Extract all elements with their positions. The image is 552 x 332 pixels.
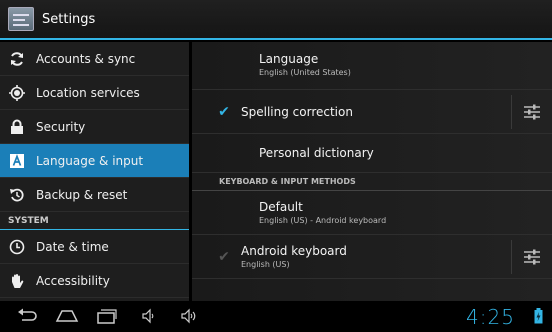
volume-up-icon [181, 308, 196, 324]
back-button[interactable] [16, 307, 38, 325]
language-icon [8, 152, 26, 170]
keyboard-input-methods-header: KEYBOARD & INPUT METHODS [192, 173, 552, 191]
settings-app-icon[interactable] [8, 7, 34, 31]
battery-icon [534, 308, 543, 328]
recent-apps-icon [97, 309, 117, 324]
settings-sidebar: Accounts & sync Location services Securi… [0, 42, 189, 301]
sidebar-item-label: Location services [36, 85, 140, 100]
location-icon [8, 84, 26, 102]
status-clock[interactable]: 4:25 [466, 305, 515, 329]
home-button[interactable] [55, 307, 79, 325]
preference-summary: English (US) [241, 260, 290, 269]
language-preference[interactable]: Language English (United States) [192, 42, 552, 90]
sidebar-item-backup-reset[interactable]: Backup & reset [0, 178, 189, 212]
home-icon [55, 310, 79, 322]
settings-sliders-icon [524, 249, 540, 264]
clock-icon [8, 238, 26, 256]
sidebar-item-accessibility[interactable]: Accessibility [0, 264, 189, 298]
android-keyboard-preference[interactable]: ✔ Android keyboard English (US) [192, 235, 552, 279]
spelling-correction-preference[interactable]: ✔ Spelling correction [192, 90, 552, 134]
sidebar-item-label: Security [36, 119, 86, 134]
preference-summary: English (United States) [259, 68, 351, 77]
preference-title: Personal dictionary [259, 146, 374, 160]
volume-up-button[interactable] [180, 308, 200, 324]
sidebar-item-label: Language & input [36, 153, 144, 168]
default-ime-preference[interactable]: Default English (US) - Android keyboard [192, 191, 552, 235]
sync-icon [8, 50, 26, 68]
preference-title: Language [259, 52, 319, 66]
system-navigation-bar: 4:25 [0, 301, 552, 332]
lock-icon [8, 118, 26, 136]
sidebar-item-label: Accounts & sync [36, 51, 136, 66]
sidebar-section-header: SYSTEM [0, 212, 189, 230]
spelling-settings-button[interactable] [512, 90, 552, 134]
preferences-pane: Language English (United States) ✔ Spell… [192, 42, 552, 301]
sidebar-item-language-input[interactable]: Language & input [0, 144, 189, 178]
recent-apps-button[interactable] [96, 307, 118, 325]
sidebar-item-location[interactable]: Location services [0, 76, 189, 110]
hand-icon [8, 272, 26, 290]
spelling-checkbox[interactable]: ✔ [217, 105, 231, 119]
action-bar: Settings [0, 0, 552, 40]
settings-sliders-icon [524, 104, 540, 119]
personal-dictionary-preference[interactable]: Personal dictionary [192, 134, 552, 173]
preference-title: Spelling correction [241, 104, 353, 119]
preference-title: Default [259, 200, 303, 214]
back-icon [18, 308, 37, 321]
volume-down-icon [142, 308, 154, 324]
sidebar-item-label: Date & time [36, 239, 109, 254]
preference-title: Android keyboard [241, 244, 347, 258]
android-keyboard-settings-button[interactable] [512, 235, 552, 279]
sidebar-item-accounts[interactable]: Accounts & sync [0, 42, 189, 76]
app-title: Settings [42, 11, 96, 27]
sidebar-item-label: Backup & reset [36, 187, 128, 202]
preference-summary: English (US) - Android keyboard [259, 216, 387, 225]
backup-icon [8, 186, 26, 204]
sidebar-item-label: Accessibility [36, 273, 110, 288]
sidebar-item-security[interactable]: Security [0, 110, 189, 144]
volume-down-button[interactable] [141, 308, 157, 324]
sidebar-item-date-time[interactable]: Date & time [0, 230, 189, 264]
android-keyboard-checkbox[interactable]: ✔ [217, 250, 231, 264]
